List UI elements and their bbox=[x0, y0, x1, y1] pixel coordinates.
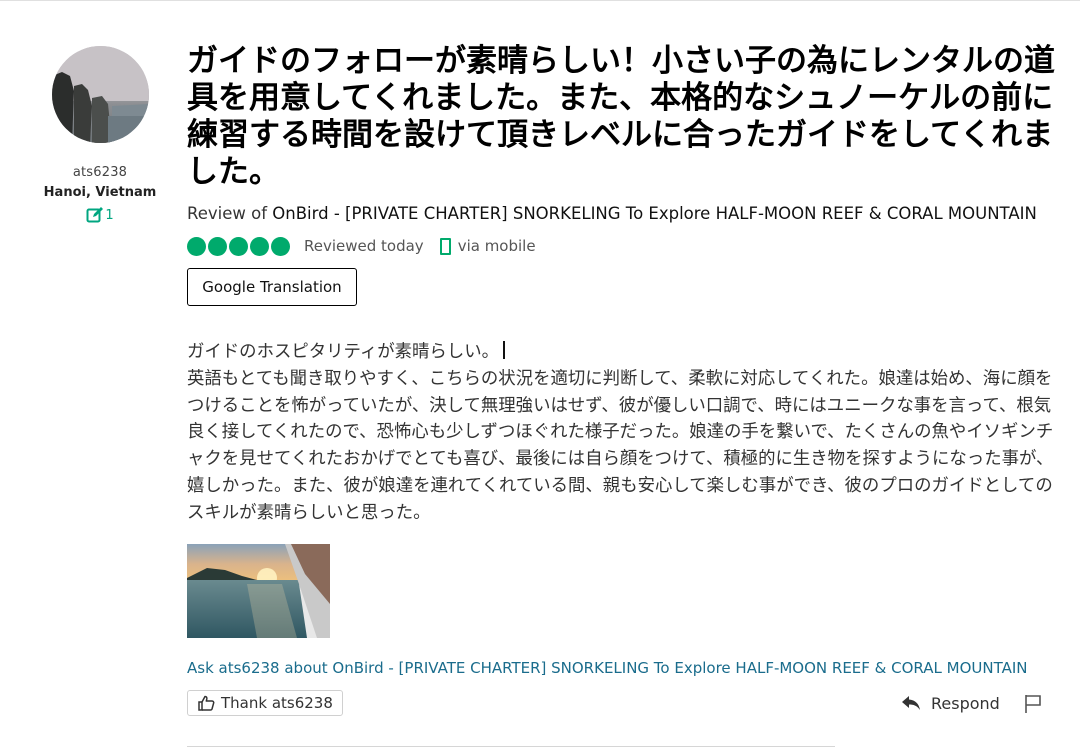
reply-arrow-icon bbox=[902, 696, 920, 711]
reviewer-location: Hanoi, Vietnam bbox=[43, 185, 157, 200]
google-translation-button[interactable]: Google Translation bbox=[187, 268, 357, 306]
rating-bubble bbox=[208, 236, 227, 256]
review-photo[interactable] bbox=[187, 543, 330, 638]
bottom-divider bbox=[187, 746, 835, 747]
review-of-line: Review of OnBird - [PRIVATE CHARTER] SNO… bbox=[187, 204, 1067, 223]
review-actions: Thank ats6238 Respond bbox=[187, 689, 1067, 720]
reviewer-username[interactable]: ats6238 bbox=[40, 165, 160, 180]
rating-bubble bbox=[250, 236, 269, 256]
avatar-photo bbox=[51, 46, 149, 143]
thank-reviewer-label: Thank ats6238 bbox=[221, 693, 333, 712]
thank-reviewer-button[interactable]: Thank ats6238 bbox=[187, 689, 343, 716]
edit-square-icon bbox=[86, 207, 104, 223]
rating-row: Reviewed today via mobile bbox=[187, 235, 1067, 257]
flag-icon bbox=[1025, 694, 1041, 713]
via-mobile-label: via mobile bbox=[457, 237, 536, 255]
contributions-count: 1 bbox=[40, 206, 160, 224]
respond-button[interactable]: Respond bbox=[901, 694, 1000, 713]
review-content: ガイドのフォローが素晴らしい！小さい子の為にレンタルの道具を用意してくれました。… bbox=[187, 43, 1067, 720]
via-mobile: via mobile bbox=[439, 237, 536, 255]
report-flag-button[interactable] bbox=[1024, 694, 1042, 718]
attraction-link[interactable]: OnBird - [PRIVATE CHARTER] SNORKELING To… bbox=[272, 204, 1037, 223]
mobile-phone-icon bbox=[439, 237, 451, 255]
reviewer-profile: ats6238 Hanoi, Vietnam 1 bbox=[40, 46, 160, 224]
top-divider bbox=[0, 0, 1080, 1]
review-of-prefix: Review of bbox=[187, 204, 273, 223]
review-body-rest: 英語もとても聞き取りやすく、こちらの状況を適切に判断して、柔軟に対応してくれた。… bbox=[187, 368, 1054, 523]
reviewed-date: Reviewed today bbox=[304, 237, 424, 255]
review-body: ガイドのホスピタリティが素晴らしい。 英語もとても聞き取りやすく、こちらの状況を… bbox=[187, 339, 1067, 527]
text-cursor bbox=[503, 341, 505, 359]
avatar[interactable] bbox=[51, 46, 149, 143]
rating-bubble bbox=[271, 236, 290, 256]
review-card: ats6238 Hanoi, Vietnam 1 ガイドのフォローが素晴らしい！… bbox=[0, 0, 1080, 751]
ask-reviewer-link[interactable]: Ask ats6238 about OnBird - [PRIVATE CHAR… bbox=[187, 659, 1067, 677]
review-title[interactable]: ガイドのフォローが素晴らしい！小さい子の為にレンタルの道具を用意してくれました。… bbox=[187, 43, 1067, 191]
rating-bubble bbox=[187, 236, 206, 256]
review-body-line1: ガイドのホスピタリティが素晴らしい。 bbox=[187, 342, 499, 362]
rating-bubble bbox=[229, 236, 248, 256]
thumbs-up-icon bbox=[198, 695, 215, 711]
respond-label: Respond bbox=[931, 693, 1000, 713]
rating-bubbles bbox=[187, 236, 292, 256]
sunset-boat-photo bbox=[187, 543, 330, 638]
contributions-number: 1 bbox=[105, 207, 114, 223]
